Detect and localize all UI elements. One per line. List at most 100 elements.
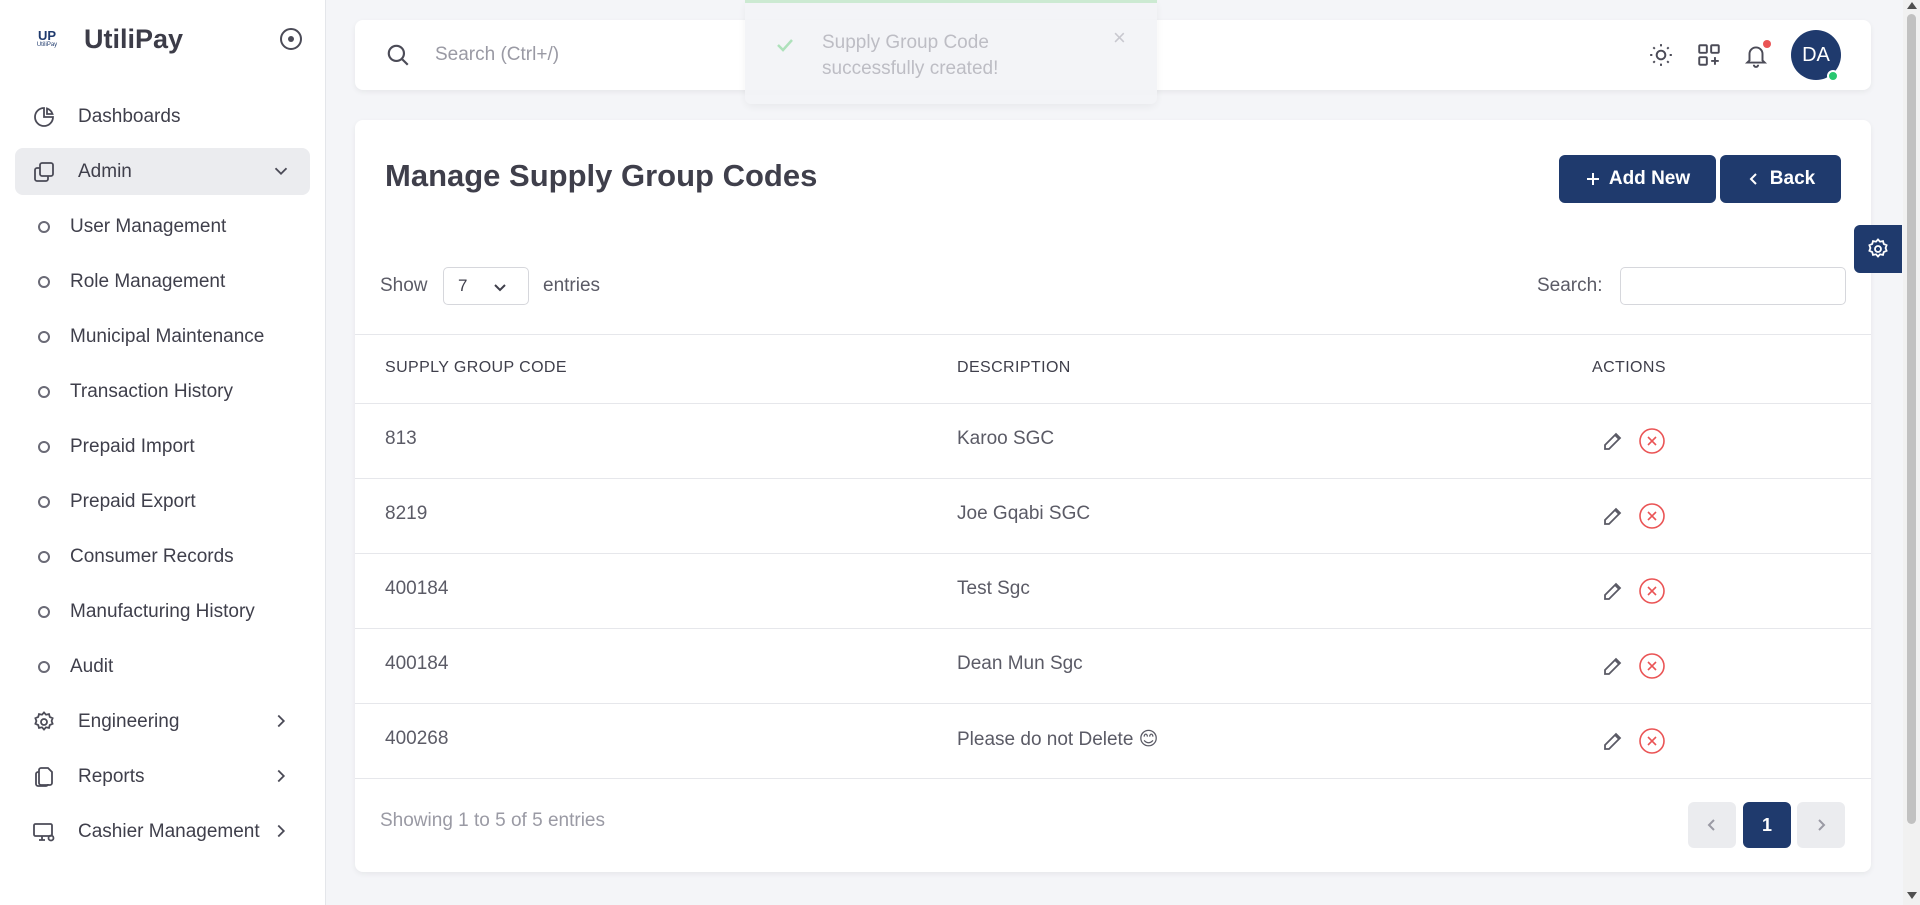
sidebar-item-label: Admin (78, 160, 132, 182)
sidebar-item-role-management[interactable]: Role Management (15, 258, 310, 305)
circle-icon (38, 660, 50, 673)
delete-circle-x-icon[interactable] (1638, 577, 1666, 605)
data-table: SUPPLY GROUP CODE DESCRIPTION ACTIONS 81… (355, 334, 1871, 779)
column-header-description[interactable]: DESCRIPTION (957, 359, 1071, 377)
circle-icon (38, 440, 50, 453)
sidebar-item-label: Consumer Records (70, 545, 234, 567)
sidebar-item-label: Manufacturing History (70, 600, 255, 622)
customizer-settings-button[interactable] (1854, 225, 1902, 273)
online-status-dot (1827, 70, 1839, 82)
entries-select-value: 7 (458, 276, 468, 295)
sidebar-item-cashier-management[interactable]: Cashier Management (15, 808, 310, 855)
gear-icon (31, 709, 57, 735)
page-scrollbar[interactable] (1903, 0, 1920, 905)
edit-pencil-icon[interactable] (1601, 504, 1625, 528)
cell-description: Joe Gqabi SGC (957, 503, 1091, 524)
sidebar-item-admin[interactable]: Admin (15, 148, 310, 195)
notification-dot (1763, 40, 1771, 48)
sidebar-item-dashboards[interactable]: Dashboards (15, 93, 310, 140)
circle-icon (38, 330, 50, 343)
edit-pencil-icon[interactable] (1601, 729, 1625, 753)
cell-supply-group-code: 400184 (385, 653, 449, 674)
scroll-up-arrow-icon[interactable] (1907, 2, 1917, 9)
sidebar-nav: Dashboards Admin User Management Role Ma… (15, 93, 310, 863)
sidebar-item-label: Prepaid Import (70, 435, 195, 457)
pagination-prev-button[interactable] (1688, 802, 1736, 848)
brand-logo: UP UtiliPay (30, 22, 64, 56)
sidebar-item-label: Transaction History (70, 380, 233, 402)
sidebar-collapse-button[interactable] (280, 28, 302, 50)
brand[interactable]: UP UtiliPay UtiliPay (30, 18, 183, 60)
cell-supply-group-code: 813 (385, 428, 417, 449)
sidebar-item-transaction-history[interactable]: Transaction History (15, 368, 310, 415)
sidebar-item-label: Municipal Maintenance (70, 325, 265, 347)
pagination-next-button[interactable] (1797, 802, 1845, 848)
cell-supply-group-code: 400184 (385, 578, 449, 599)
pagination-page-button[interactable]: 1 (1743, 802, 1791, 848)
sidebar-item-manufacturing-history[interactable]: Manufacturing History (15, 588, 310, 635)
delete-circle-x-icon[interactable] (1638, 427, 1666, 455)
sidebar-item-label: Prepaid Export (70, 490, 196, 512)
search-icon[interactable] (385, 42, 411, 68)
chevron-left-icon (1707, 819, 1715, 831)
files-icon (31, 764, 57, 790)
brand-logo-mark: UP (37, 28, 57, 43)
entries-select[interactable]: 7 (443, 267, 529, 305)
gear-icon (1868, 238, 1888, 258)
scroll-thumb[interactable] (1907, 14, 1916, 824)
circle-icon (38, 220, 50, 233)
table-row: 400268 Please do not Delete 😊 (355, 704, 1871, 779)
chevron-down-icon (494, 284, 506, 292)
entries-label: entries (543, 275, 601, 296)
sidebar-item-label: Role Management (70, 270, 226, 292)
sidebar-item-label: Cashier Management (78, 820, 260, 842)
show-label: Show (380, 275, 428, 296)
close-icon[interactable]: × (1113, 25, 1126, 51)
sidebar-item-prepaid-export[interactable]: Prepaid Export (15, 478, 310, 525)
delete-circle-x-icon[interactable] (1638, 652, 1666, 680)
sidebar-item-label: Reports (78, 765, 145, 787)
sun-icon[interactable] (1648, 42, 1674, 68)
table-search-input[interactable] (1620, 267, 1846, 305)
table-row: 400184 Dean Mun Sgc (355, 629, 1871, 704)
sidebar-item-reports[interactable]: Reports (15, 753, 310, 800)
delete-circle-x-icon[interactable] (1638, 727, 1666, 755)
cell-supply-group-code: 400268 (385, 728, 449, 749)
circle-icon (38, 495, 50, 508)
edit-pencil-icon[interactable] (1601, 429, 1625, 453)
edit-pencil-icon[interactable] (1601, 579, 1625, 603)
column-header-code[interactable]: SUPPLY GROUP CODE (385, 359, 567, 377)
scroll-down-arrow-icon[interactable] (1907, 892, 1917, 899)
chevron-right-icon (277, 769, 286, 783)
sidebar: UP UtiliPay UtiliPay Dashboards Admin Us… (0, 0, 326, 905)
sidebar-item-audit[interactable]: Audit (15, 643, 310, 690)
monitor-gear-icon (31, 819, 57, 845)
sidebar-item-label: Audit (70, 655, 114, 677)
add-new-button[interactable]: Add New (1559, 155, 1716, 203)
column-header-actions: ACTIONS (1592, 359, 1666, 376)
cell-description: Karoo SGC (957, 428, 1055, 449)
chevron-right-icon (1818, 819, 1826, 831)
table-header: SUPPLY GROUP CODE DESCRIPTION ACTIONS (355, 334, 1871, 404)
sidebar-item-municipal-maintenance[interactable]: Municipal Maintenance (15, 313, 310, 360)
sidebar-item-user-management[interactable]: User Management (15, 203, 310, 250)
sidebar-item-label: Dashboards (78, 105, 181, 127)
delete-circle-x-icon[interactable] (1638, 502, 1666, 530)
circle-icon (38, 275, 50, 288)
table-row: 8219 Joe Gqabi SGC (355, 479, 1871, 554)
circle-icon (38, 385, 50, 398)
cell-description: Test Sgc (957, 578, 1030, 599)
sidebar-item-prepaid-import[interactable]: Prepaid Import (15, 423, 310, 470)
check-icon (777, 39, 793, 52)
pie-chart-icon (31, 104, 57, 130)
apps-add-icon[interactable] (1696, 42, 1722, 68)
circle-icon (38, 605, 50, 618)
table-search-label: Search: (1537, 275, 1603, 296)
page-title: Manage Supply Group Codes (385, 158, 818, 193)
pagination-info: Showing 1 to 5 of 5 entries (380, 810, 605, 831)
chevron-left-icon (1749, 173, 1757, 185)
sidebar-item-consumer-records[interactable]: Consumer Records (15, 533, 310, 580)
edit-pencil-icon[interactable] (1601, 654, 1625, 678)
sidebar-item-engineering[interactable]: Engineering (15, 698, 310, 745)
back-button[interactable]: Back (1720, 155, 1841, 203)
